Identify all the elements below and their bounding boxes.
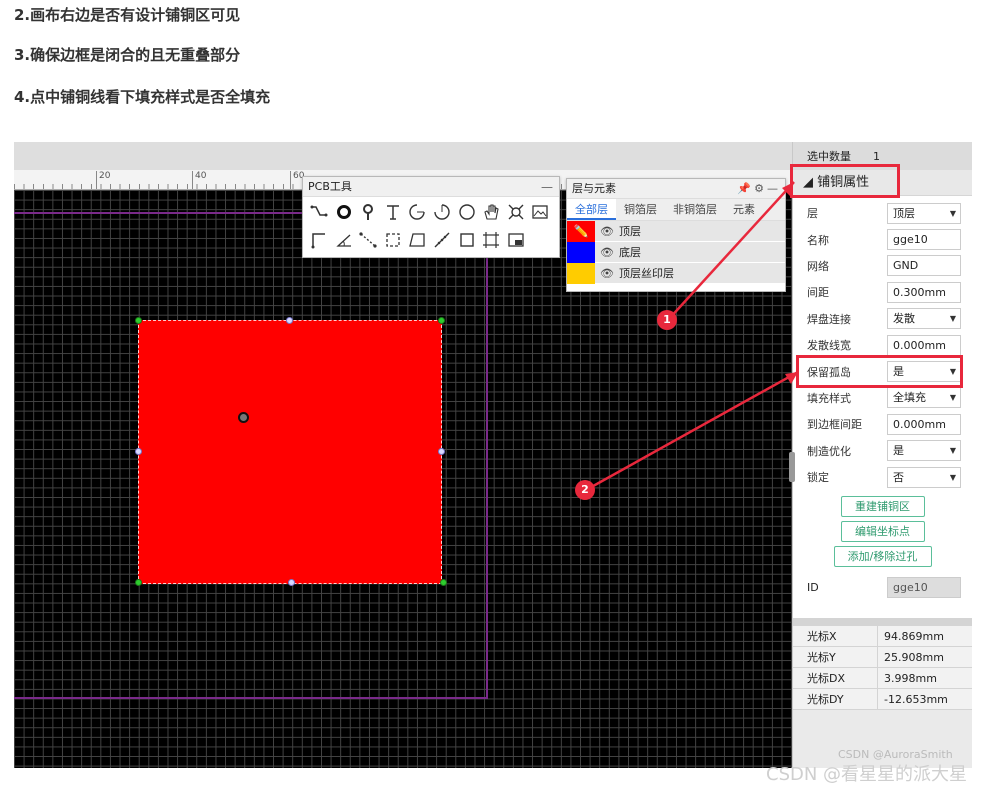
annotation-arrows bbox=[585, 181, 799, 492]
annotation-badge-2: 2 bbox=[575, 480, 595, 500]
annotation-arrow-2 bbox=[585, 370, 799, 492]
annotation-badge-1: 1 bbox=[657, 310, 677, 330]
csdn-watermark: CSDN @看星星的派大星 bbox=[766, 764, 968, 785]
annotation-arrow-1 bbox=[667, 181, 795, 321]
